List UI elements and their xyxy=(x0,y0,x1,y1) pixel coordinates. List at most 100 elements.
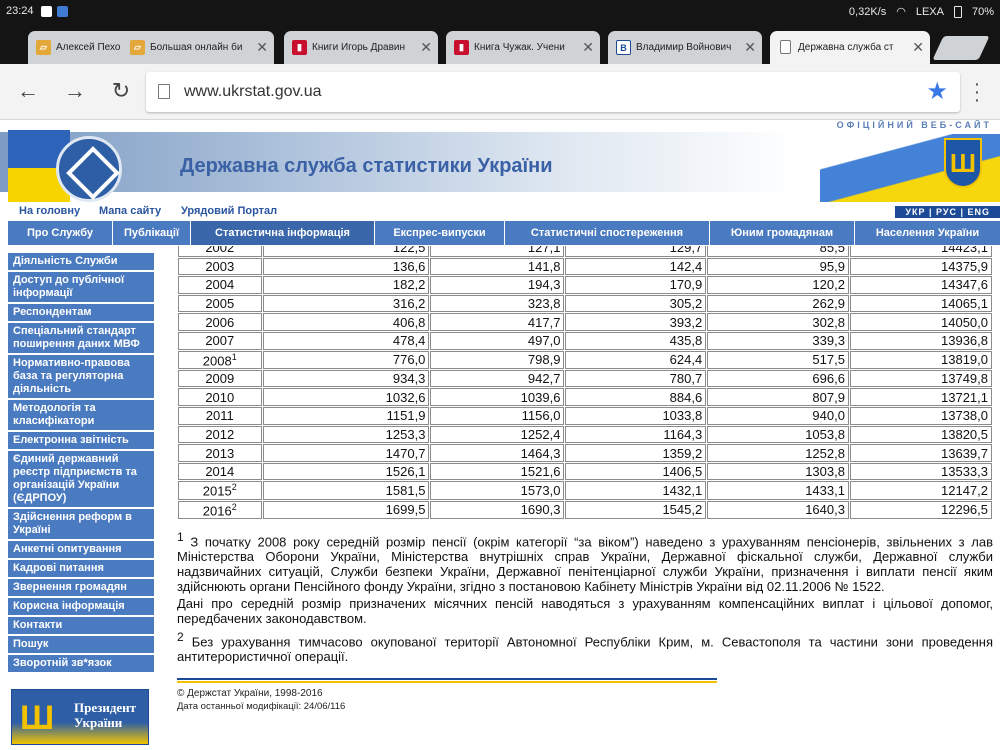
sidebar-item[interactable]: Звернення громадян xyxy=(8,579,154,596)
close-icon[interactable]: ✕ xyxy=(744,39,756,56)
footer-rule-yellow xyxy=(177,681,717,683)
nav-surveys[interactable]: Статистичні спостереження xyxy=(505,221,710,245)
year-cell: 2006 xyxy=(178,313,262,331)
page-info-icon[interactable] xyxy=(158,84,170,99)
value-cell: 1053,8 xyxy=(707,425,849,444)
sidebar-item[interactable]: Контакти xyxy=(8,617,154,634)
nav-population[interactable]: Населення України xyxy=(855,221,1000,245)
year-text: 2016 xyxy=(202,503,232,519)
close-icon[interactable]: ✕ xyxy=(582,39,594,56)
page-icon xyxy=(780,40,791,54)
year-cell: 2002 xyxy=(178,246,262,257)
address-bar[interactable]: www.ukrstat.gov.ua ★ xyxy=(146,72,960,112)
network-speed: 0,32K/s xyxy=(848,5,887,18)
value-cell: 1464,3 xyxy=(430,444,565,462)
year-text: 2006 xyxy=(205,314,235,330)
value-cell: 12296,5 xyxy=(849,500,992,520)
sidebar-item[interactable]: Зворотній зв*язок xyxy=(8,655,154,672)
sidebar: Діяльність Служби Доступ до публічної ін… xyxy=(8,253,154,674)
sidebar-item[interactable]: Пошук xyxy=(8,636,154,653)
sidebar-item[interactable]: Єдиний державний реєстр підприємств та о… xyxy=(8,451,154,507)
tab-title: Державна служба ст xyxy=(798,42,894,53)
value-cell: 517,5 xyxy=(707,350,849,369)
nav-youth[interactable]: Юним громадянам xyxy=(710,221,855,245)
browser-tab[interactable]: ▱ Большая онлайн би ✕ xyxy=(122,31,274,64)
sidebar-item[interactable]: Нормативно-правова база та регуляторна д… xyxy=(8,355,154,398)
browser-tab[interactable]: В Владимир Войнович ✕ xyxy=(608,31,762,64)
sidebar-item[interactable]: Діяльність Служби xyxy=(8,253,154,270)
trident-icon: Ш xyxy=(20,699,55,737)
footnote-ref: 2 xyxy=(231,501,237,512)
browser-tab[interactable]: ▮ Книги Игорь Дравин ✕ xyxy=(284,31,438,64)
browser-tab-active[interactable]: Державна служба ст ✕ xyxy=(770,31,930,64)
site-tagline: ОФІЦІЙНИЙ ВЕБ-САЙТ xyxy=(836,120,992,130)
carrier-name: LEXA xyxy=(915,5,944,18)
overflow-menu-icon[interactable]: · · · xyxy=(970,74,984,110)
blue-app-icon xyxy=(57,6,68,17)
sidebar-item[interactable]: Електронна звітність xyxy=(8,432,154,449)
nav-publications[interactable]: Публікації xyxy=(113,221,191,245)
footnote-ref: 1 xyxy=(231,351,237,362)
president-banner[interactable]: Ш Президент України xyxy=(11,689,149,745)
value-cell: 478,4 xyxy=(262,331,430,350)
close-icon[interactable]: ✕ xyxy=(256,39,268,56)
value-cell: 435,8 xyxy=(565,331,707,350)
sidebar-item[interactable]: Доступ до публічної інформації xyxy=(8,272,154,302)
value-cell: 13533,3 xyxy=(849,462,992,481)
value-cell: 942,7 xyxy=(430,369,565,388)
sidebar-item[interactable]: Методологія та класифікатори xyxy=(8,400,154,430)
top-links: На головну Мапа сайту Урядовий Портал УК… xyxy=(0,202,1000,220)
year-text: 2008 xyxy=(202,352,232,368)
language-switcher[interactable]: УКР | РУС | ENG xyxy=(895,206,1000,218)
nav-about[interactable]: Про Службу xyxy=(8,221,113,245)
value-cell: 14065,1 xyxy=(849,294,992,313)
sitemap-link[interactable]: Мапа сайту xyxy=(99,205,161,217)
year-cell: 2004 xyxy=(178,276,262,294)
browser-tab[interactable]: ▮ Книга Чужак. Учени ✕ xyxy=(446,31,600,64)
value-cell: 13738,0 xyxy=(849,407,992,425)
table-row: 2002 122,5 127,1 129,7 85,5 14423,1 xyxy=(178,246,992,257)
wifi-icon: ◠ xyxy=(896,6,906,18)
value-cell: 142,4 xyxy=(565,257,707,276)
bookmark-star-icon[interactable]: ★ xyxy=(926,77,948,106)
last-modified-date: 24/06/116 xyxy=(303,701,346,712)
value-cell: 13639,7 xyxy=(849,444,992,462)
sidebar-item[interactable]: Анкетні опитування xyxy=(8,541,154,558)
sidebar-item[interactable]: Респондентам xyxy=(8,304,154,321)
year-cell: 20152 xyxy=(178,481,262,500)
value-cell: 497,0 xyxy=(430,331,565,350)
close-icon[interactable]: ✕ xyxy=(420,39,432,56)
stat-service-emblem-icon[interactable] xyxy=(56,136,122,202)
table-row: 20152 1581,5 1573,0 1432,1 1433,1 12147,2 xyxy=(178,481,992,500)
back-icon[interactable]: ← xyxy=(14,78,42,104)
value-cell: 316,2 xyxy=(262,294,430,313)
value-cell: 182,2 xyxy=(262,276,430,294)
home-link[interactable]: На головну xyxy=(19,205,80,217)
nav-express[interactable]: Експрес-випуски xyxy=(375,221,505,245)
value-cell: 1253,3 xyxy=(262,425,430,444)
table-row: 2003 136,6 141,8 142,4 95,9 14375,9 xyxy=(178,257,992,276)
value-cell: 1432,1 xyxy=(565,481,707,500)
value-cell: 1545,2 xyxy=(565,500,707,520)
sidebar-item[interactable]: Здійснення реформ в Україні xyxy=(8,509,154,539)
tab-strip: ▱ Алексей Пехо ✕ ▱ Большая онлайн би ✕ ▮… xyxy=(0,24,1000,64)
reload-icon[interactable]: ↻ xyxy=(107,78,135,104)
value-cell: 1156,0 xyxy=(430,407,565,425)
value-cell: 13721,1 xyxy=(849,388,992,407)
sidebar-item[interactable]: Корисна інформація xyxy=(8,598,154,615)
year-text: 2009 xyxy=(205,371,235,387)
value-cell: 95,9 xyxy=(707,257,849,276)
value-cell: 1359,2 xyxy=(565,444,707,462)
value-cell: 13749,8 xyxy=(849,369,992,388)
sidebar-item[interactable]: Кадрові питання xyxy=(8,560,154,577)
footer-rule-blue xyxy=(177,678,717,680)
sidebar-item[interactable]: Спеціальний стандарт поширення даних МВФ xyxy=(8,323,154,353)
footnote-2: 2 Без урахування тимчасово окупованої те… xyxy=(177,630,993,664)
nav-statistics[interactable]: Статистична інформація xyxy=(191,221,375,245)
year-cell: 2011 xyxy=(178,407,262,425)
close-icon[interactable]: ✕ xyxy=(912,39,924,56)
table-row: 2012 1253,3 1252,4 1164,3 1053,8 13820,5 xyxy=(178,425,992,444)
gov-portal-link[interactable]: Урядовий Портал xyxy=(181,205,277,217)
forward-icon[interactable]: → xyxy=(61,78,89,104)
value-cell: 798,9 xyxy=(430,350,565,369)
